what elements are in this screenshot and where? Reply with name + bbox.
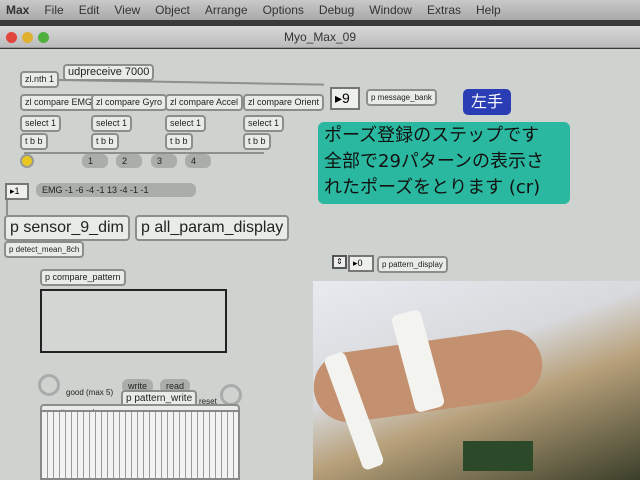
menu-bar: Max File Edit View Object Arrange Option… bbox=[0, 0, 640, 20]
number-value: 1 bbox=[14, 186, 20, 196]
instruction-line-2: 全部で29パターンの表示さ bbox=[324, 151, 545, 172]
patcher-canvas: zl.nth 1 udpreceive 7000 zl compare EMG … bbox=[0, 49, 640, 480]
left-hand-button[interactable]: 左手 bbox=[463, 89, 511, 115]
bang-button[interactable] bbox=[20, 154, 34, 168]
message-2[interactable]: 2 bbox=[116, 154, 142, 168]
zl-compare-gyro[interactable]: zl compare Gyro bbox=[91, 94, 168, 111]
display-number-box[interactable]: ▸0 bbox=[348, 255, 374, 272]
pose-photo bbox=[313, 281, 640, 480]
menu-window[interactable]: Window bbox=[369, 3, 412, 17]
trigger-object[interactable]: t b b bbox=[243, 133, 271, 150]
select-object[interactable]: select 1 bbox=[243, 115, 285, 132]
trigger-object[interactable]: t b b bbox=[20, 133, 48, 150]
bank-number-box[interactable]: ▸9 bbox=[330, 87, 360, 110]
zl-compare-orient[interactable]: zl compare Orient bbox=[243, 94, 325, 111]
good-label: good (max 5) bbox=[66, 388, 114, 397]
reset-button[interactable] bbox=[220, 384, 242, 406]
pattern-rank-multislider[interactable] bbox=[40, 410, 240, 480]
sensor-subpatch[interactable]: p sensor_9_dim bbox=[4, 215, 130, 241]
menu-debug[interactable]: Debug bbox=[319, 3, 354, 17]
message-1[interactable]: 1 bbox=[82, 154, 108, 168]
window-title: Myo_Max_09 bbox=[283, 30, 357, 44]
menu-file[interactable]: File bbox=[44, 3, 63, 17]
circuit-board bbox=[463, 441, 533, 471]
zl-compare-accel[interactable]: zl compare Accel bbox=[165, 94, 244, 111]
message-4[interactable]: 4 bbox=[185, 154, 211, 168]
message-bank-subpatch[interactable]: p message_bank bbox=[366, 89, 437, 106]
menu-view[interactable]: View bbox=[114, 3, 140, 17]
instruction-comment: ポーズ登録のステップです 全部で29パターンの表示さ れたポーズをとります (c… bbox=[318, 122, 570, 204]
zl-nth-object[interactable]: zl.nth 1 bbox=[20, 71, 60, 88]
zl-compare-emg[interactable]: zl compare EMG bbox=[20, 94, 98, 111]
select-object[interactable]: select 1 bbox=[91, 115, 133, 132]
patch-cord bbox=[24, 152, 264, 154]
trigger-object[interactable]: t b b bbox=[165, 133, 193, 150]
trigger-object[interactable]: t b b bbox=[91, 133, 119, 150]
stepper-icon[interactable]: ⇕ bbox=[332, 255, 347, 269]
detect-mean-subpatch[interactable]: p detect_mean_8ch bbox=[4, 241, 85, 258]
pattern-display-subpatch[interactable]: p pattern_display bbox=[377, 256, 448, 273]
menu-edit[interactable]: Edit bbox=[79, 3, 100, 17]
menu-max[interactable]: Max bbox=[6, 3, 29, 17]
menu-extras[interactable]: Extras bbox=[427, 3, 461, 17]
number-box[interactable]: ▸1 bbox=[5, 183, 29, 200]
menu-object[interactable]: Object bbox=[155, 3, 190, 17]
all-param-display-subpatch[interactable]: p all_param_display bbox=[135, 215, 290, 241]
bank-number-value: 9 bbox=[342, 90, 350, 106]
udpreceive-object[interactable]: udpreceive 7000 bbox=[63, 64, 155, 81]
select-object[interactable]: select 1 bbox=[20, 115, 62, 132]
menu-arrange[interactable]: Arrange bbox=[205, 3, 248, 17]
instruction-line-3: れたポーズをとります (cr) bbox=[324, 177, 541, 198]
menu-options[interactable]: Options bbox=[263, 3, 304, 17]
select-object[interactable]: select 1 bbox=[165, 115, 207, 132]
good-led[interactable] bbox=[38, 374, 60, 396]
message-3[interactable]: 3 bbox=[151, 154, 177, 168]
title-bar: Myo_Max_09 bbox=[0, 26, 640, 48]
emg-message[interactable]: EMG -1 -6 -4 -1 13 -4 -1 -1 bbox=[36, 183, 196, 197]
compare-pattern-subpatch[interactable]: p compare_pattern bbox=[40, 269, 126, 286]
display-number-value: 0 bbox=[357, 258, 363, 268]
menu-help[interactable]: Help bbox=[476, 3, 501, 17]
instruction-line-1: ポーズ登録のステップです bbox=[324, 125, 540, 146]
compare-pattern-display bbox=[40, 289, 227, 353]
